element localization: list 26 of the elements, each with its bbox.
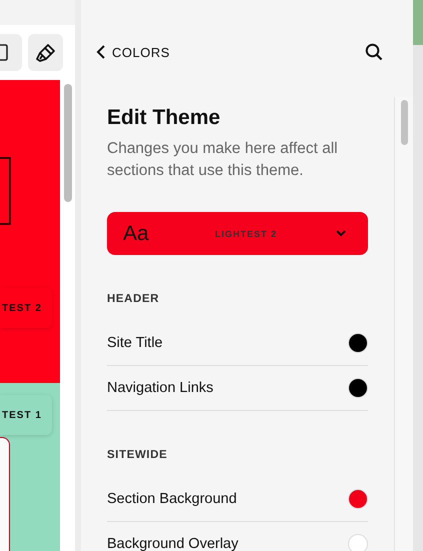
brush-button[interactable]	[28, 34, 63, 71]
back-link[interactable]: COLORS	[96, 44, 170, 60]
color-swatch[interactable]	[348, 534, 368, 551]
tablet-icon	[0, 42, 10, 62]
scrollbar-thumb[interactable]	[64, 84, 72, 202]
theme-dropdown[interactable]: Aa LIGHTEST 2	[107, 212, 368, 255]
section-heading: HEADER	[107, 293, 160, 305]
color-swatch[interactable]	[348, 489, 368, 509]
color-setting-label: Navigation Links	[107, 380, 214, 396]
brush-icon	[34, 42, 56, 64]
scrollbar-thumb[interactable]	[400, 100, 408, 145]
color-setting-label: Site Title	[107, 335, 163, 351]
color-setting-label: Section Background	[107, 491, 237, 507]
theme-button[interactable]: TEST 2	[0, 288, 52, 328]
panel-title: Edit Theme	[107, 106, 222, 130]
device-button[interactable]	[0, 34, 22, 71]
section-heading: SITEWIDE	[107, 449, 168, 461]
chevron-left-icon	[96, 45, 106, 59]
theme-button[interactable]: TEST 1	[0, 395, 52, 435]
search-icon[interactable]	[365, 43, 383, 61]
color-swatch[interactable]	[348, 333, 368, 353]
description-text: Changes you make here affect all sections that use this theme.	[107, 139, 339, 181]
outline-frame	[0, 157, 11, 225]
color-setting-label: Background Overlay	[107, 536, 238, 551]
color-swatch[interactable]	[348, 378, 368, 398]
chevron-down-icon	[336, 230, 346, 237]
